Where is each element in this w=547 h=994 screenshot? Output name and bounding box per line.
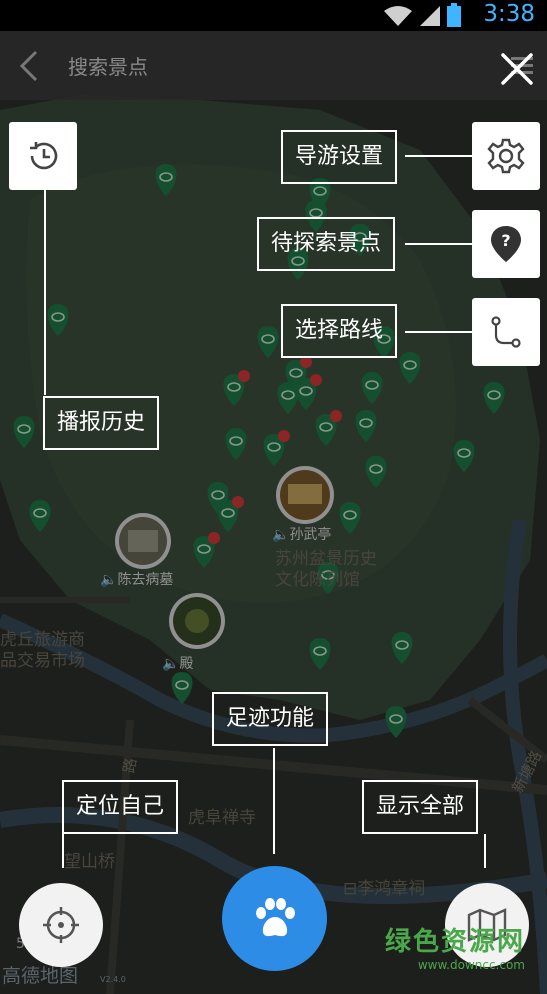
locate-guide-line: [62, 834, 64, 868]
route-button[interactable]: [472, 298, 540, 366]
explore-guide-line: [405, 243, 472, 245]
close-icon[interactable]: [497, 49, 537, 89]
label-chen-qubing: 🔈陈去病墓: [100, 572, 174, 588]
crosshair-icon: [43, 907, 79, 943]
label-hall: 🔈殿: [162, 656, 194, 672]
route-guide-line: [405, 331, 472, 333]
svg-text:?: ?: [501, 231, 510, 250]
choose-route-callout: 选择路线: [281, 304, 398, 358]
paw-icon: [255, 897, 295, 936]
to-explore-callout: 待探索景点: [257, 217, 396, 271]
guide-settings-callout: 导游设置: [281, 130, 398, 184]
label-sun-wu-ting: 🔈孙武亭: [272, 527, 332, 543]
label-hu-pan-temple: 虎阜禅寺: [188, 808, 256, 828]
footprint-button[interactable]: [222, 866, 327, 971]
locate-self-callout: 定位自己: [62, 780, 179, 834]
footprint-callout: 足迹功能: [212, 692, 329, 746]
history-button[interactable]: [9, 122, 77, 190]
label-market-2: 品交易市场: [0, 651, 85, 671]
status-icons: [383, 3, 461, 27]
app-bar: 搜索景点: [0, 31, 547, 100]
settings-guide-line: [405, 155, 472, 157]
back-arrow-icon[interactable]: [16, 49, 44, 83]
photo-marker-hall[interactable]: [169, 593, 225, 649]
battery-icon: [447, 3, 461, 27]
watermark-title: 绿色资源网: [384, 927, 525, 957]
watermark: 绿色资源网 www.downcc.com: [385, 921, 525, 972]
photo-marker-sun-wu-ting[interactable]: [276, 466, 334, 524]
history-guide-line: [44, 190, 46, 395]
status-bar: 3:38: [0, 0, 547, 31]
label-wangshan-bridge: 望山桥: [64, 852, 115, 872]
gear-icon: [487, 138, 525, 174]
show-all-guide-line: [484, 834, 486, 868]
wifi-icon: [384, 6, 412, 26]
clock: 3:38: [483, 1, 535, 27]
route-icon: [491, 316, 521, 348]
locate-button[interactable]: [19, 883, 103, 967]
question-pin-icon: ?: [491, 226, 521, 262]
label-li-hongzhang: ⊟李鸿章祠: [343, 879, 426, 899]
unexplored-button[interactable]: ?: [472, 210, 540, 278]
signal-icon: [420, 6, 440, 26]
settings-button[interactable]: [472, 122, 540, 190]
amap-version: V2.4.0: [100, 975, 126, 984]
watermark-url: www.downcc.com: [417, 958, 525, 972]
search-title[interactable]: 搜索景点: [68, 51, 148, 80]
history-icon: [30, 142, 58, 170]
photo-marker-chen-qubing[interactable]: [115, 513, 171, 569]
footprint-guide-line: [273, 748, 275, 854]
broadcast-history-callout: 播报历史: [43, 396, 160, 450]
show-all-callout: 显示全部: [362, 780, 479, 834]
label-museum-2: 文化陈列馆: [275, 570, 360, 590]
